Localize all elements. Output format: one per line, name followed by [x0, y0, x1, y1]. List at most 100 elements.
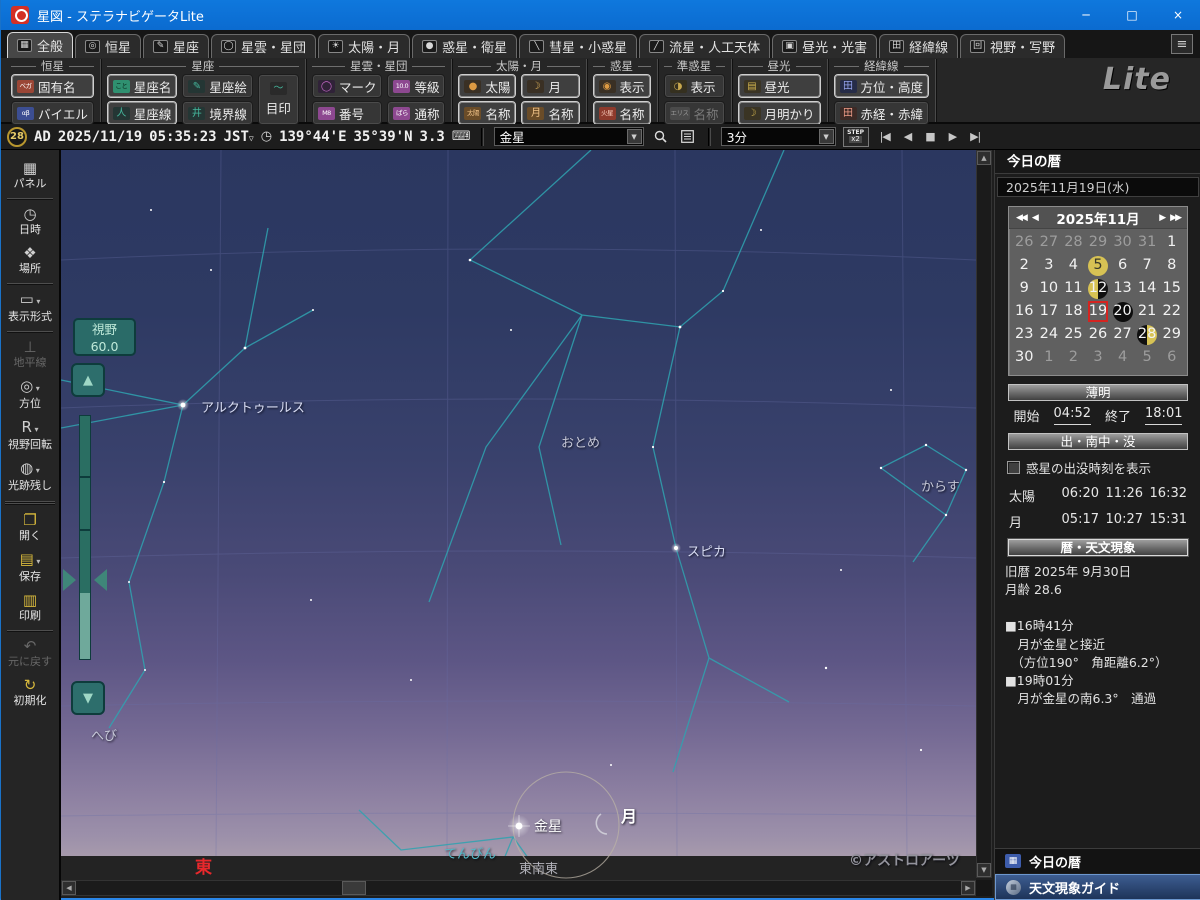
- calendar-day[interactable]: 19: [1086, 300, 1111, 323]
- calendar-day[interactable]: 24: [1037, 323, 1062, 346]
- tab-overflow-menu-icon[interactable]: ≡: [1171, 34, 1193, 54]
- latitude-display[interactable]: 35°39'N: [354, 129, 413, 145]
- button-惑星名称[interactable]: 火星名称: [593, 101, 651, 125]
- button-表示[interactable]: ◉表示: [593, 74, 651, 98]
- calendar-day[interactable]: 25: [1061, 323, 1086, 346]
- button-太陽[interactable]: ●太陽: [458, 74, 516, 98]
- button-星座名[interactable]: こと星座名: [107, 74, 178, 98]
- search-dropdown-button[interactable]: ▼: [627, 129, 642, 144]
- calendar-day[interactable]: 3: [1086, 346, 1111, 369]
- tab-視野・写野[interactable]: 回視野・写野: [960, 34, 1065, 58]
- calendar-day[interactable]: 27: [1037, 231, 1062, 254]
- calendar-day[interactable]: 17: [1037, 300, 1062, 323]
- sidebar-item-光跡残し[interactable]: ◍ ▾光跡残し: [1, 456, 59, 497]
- longitude-display[interactable]: 139°44'E: [279, 129, 346, 145]
- sidebar-item-印刷[interactable]: ▥印刷: [1, 588, 59, 627]
- calendar-day[interactable]: 5: [1135, 346, 1160, 369]
- sidebar-item-視野回転[interactable]: R ▾視野回転: [1, 415, 59, 456]
- calendar-day[interactable]: 14: [1135, 277, 1160, 300]
- close-button[interactable]: ×: [1155, 0, 1200, 30]
- chart-vertical-scrollbar[interactable]: ▲ ▼: [976, 150, 992, 878]
- time-display[interactable]: 05:35:23: [149, 129, 216, 145]
- tab-経緯線[interactable]: 田経緯線: [879, 34, 958, 58]
- calendar-day[interactable]: 30: [1110, 231, 1135, 254]
- sidebar-item-日時[interactable]: ◷日時: [1, 202, 59, 241]
- calendar-day[interactable]: 26: [1012, 231, 1037, 254]
- button-目印[interactable]: 〜目印: [258, 74, 299, 125]
- calendar-day[interactable]: 4: [1061, 254, 1086, 277]
- playback-stop-button[interactable]: ■: [921, 130, 938, 143]
- maximize-button[interactable]: □: [1109, 0, 1155, 30]
- button-境界線[interactable]: 井境界線: [182, 101, 253, 125]
- playback-back-button[interactable]: ◀: [900, 130, 915, 143]
- calendar-day[interactable]: 6: [1159, 346, 1184, 369]
- calendar-day[interactable]: 30: [1012, 346, 1037, 369]
- chart-horizontal-scrollbar[interactable]: ◀ ▶: [61, 880, 976, 896]
- calendar-day[interactable]: 9: [1012, 277, 1037, 300]
- tab-全般[interactable]: ▦全般: [7, 32, 73, 58]
- tab-恒星[interactable]: ◎恒星: [75, 34, 141, 58]
- calendar-day[interactable]: 6: [1110, 254, 1135, 277]
- zoom-slider[interactable]: [79, 415, 91, 660]
- calendar-day[interactable]: 2: [1061, 346, 1086, 369]
- tab-彗星・小惑星[interactable]: ╲彗星・小惑星: [519, 34, 637, 58]
- button-等級[interactable]: 10.0等級: [387, 74, 445, 98]
- prev-month-button[interactable]: ◀: [1029, 213, 1040, 223]
- keypad-icon[interactable]: ⌨: [452, 129, 471, 144]
- tab-星雲・星団[interactable]: ◯星雲・星団: [211, 34, 316, 58]
- sidebar-item-保存[interactable]: ▤ ▾保存: [1, 547, 59, 588]
- button-昼光[interactable]: ▤昼光: [738, 74, 821, 98]
- tab-昼光・光害[interactable]: ▣昼光・光害: [772, 34, 877, 58]
- button-太陽名称[interactable]: 太陽名称: [458, 101, 516, 125]
- button-準惑星表示[interactable]: ◑表示: [664, 74, 725, 98]
- calendar-day[interactable]: 20: [1110, 300, 1135, 323]
- calendar-day[interactable]: 23: [1012, 323, 1037, 346]
- button-月明かり[interactable]: ☽月明かり: [738, 101, 821, 125]
- timezone-selector[interactable]: JST▽: [224, 129, 254, 145]
- scroll-up-button[interactable]: ▲: [977, 151, 991, 165]
- scrollbar-thumb[interactable]: [342, 881, 366, 895]
- calendar-day[interactable]: 29: [1086, 231, 1111, 254]
- panel-item-today-calendar[interactable]: ▦ 今日の暦: [995, 848, 1200, 873]
- time-step-combobox[interactable]: 3分 ▼: [721, 127, 836, 146]
- calendar-day[interactable]: 1: [1159, 231, 1184, 254]
- time-step-dropdown-button[interactable]: ▼: [819, 129, 834, 144]
- button-星座線[interactable]: 人星座線: [107, 101, 178, 125]
- sidebar-item-パネル[interactable]: ▦パネル: [1, 156, 59, 195]
- playback-last-button[interactable]: ▶|: [966, 130, 984, 143]
- calendar-day[interactable]: 28: [1135, 323, 1160, 346]
- calendar-day[interactable]: 15: [1159, 277, 1184, 300]
- magnitude-limit-display[interactable]: 3.3: [420, 129, 445, 145]
- calendar-day[interactable]: 12: [1086, 277, 1111, 300]
- calendar-day[interactable]: 3: [1037, 254, 1062, 277]
- sidebar-item-表示形式[interactable]: ▭ ▾表示形式: [1, 287, 59, 328]
- calendar-day[interactable]: 21: [1135, 300, 1160, 323]
- calendar-day[interactable]: 16: [1012, 300, 1037, 323]
- sidebar-item-開く[interactable]: ❐開く: [1, 508, 59, 547]
- search-list-button[interactable]: [678, 127, 698, 146]
- button-バイエル[interactable]: αβバイエル: [11, 101, 94, 125]
- button-月[interactable]: ☽月: [521, 74, 579, 98]
- twilight-start-link[interactable]: 04:52: [1054, 406, 1091, 425]
- calendar-day[interactable]: 28: [1061, 231, 1086, 254]
- zoom-out-button[interactable]: ▼: [71, 681, 105, 715]
- minimize-button[interactable]: ─: [1063, 0, 1109, 30]
- sidebar-item-方位[interactable]: ◎ ▾方位: [1, 374, 59, 415]
- now-clock-icon[interactable]: ◷: [261, 129, 272, 144]
- step-multiplier-button[interactable]: STEPx2: [843, 127, 869, 147]
- calendar-day[interactable]: 4: [1110, 346, 1135, 369]
- button-マーク[interactable]: ◯マーク: [312, 74, 383, 98]
- calendar-day[interactable]: 18: [1061, 300, 1086, 323]
- calendar-day[interactable]: 31: [1135, 231, 1160, 254]
- tab-星座[interactable]: ✎星座: [143, 34, 209, 58]
- calendar-day[interactable]: 2: [1012, 254, 1037, 277]
- twilight-end-link[interactable]: 18:01: [1145, 406, 1182, 425]
- button-赤経・赤緯[interactable]: 田赤経・赤緯: [834, 101, 930, 125]
- button-固有名[interactable]: ベガ固有名: [11, 74, 94, 98]
- sidebar-item-初期化[interactable]: ↻初期化: [1, 673, 59, 712]
- scroll-left-button[interactable]: ◀: [62, 881, 76, 895]
- star-chart[interactable]: アルクトゥールスおとめからすスピカへびてんびん金星月東南東東©アストロアーツ 視…: [61, 150, 976, 880]
- zoom-slider-handle[interactable]: [61, 568, 109, 592]
- calendar-day[interactable]: 5: [1086, 254, 1111, 277]
- playback-play-button[interactable]: ▶: [945, 130, 960, 143]
